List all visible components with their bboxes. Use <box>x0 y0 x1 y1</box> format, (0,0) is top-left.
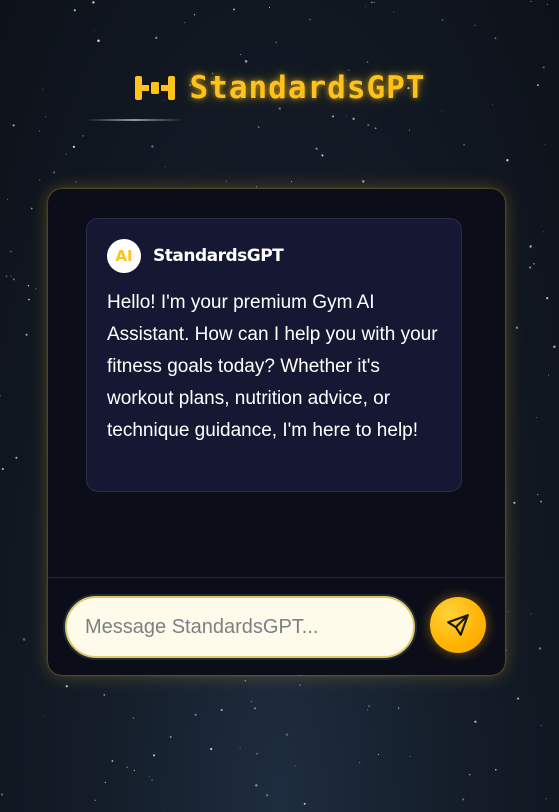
message-text: Hello! I'm your premium Gym AI Assistant… <box>107 292 438 441</box>
avatar: AI <box>107 239 141 273</box>
send-button[interactable] <box>430 597 486 653</box>
send-icon <box>447 614 469 636</box>
dumbbell-icon <box>134 76 175 100</box>
message-input[interactable] <box>67 615 413 639</box>
message-input-container[interactable] <box>65 596 415 658</box>
assistant-message: AI StandardsGPT Hello! I'm your premium … <box>86 218 462 492</box>
chat-window: AI StandardsGPT Hello! I'm your premium … <box>48 189 505 675</box>
app-logo: StandardsGPT <box>0 70 559 106</box>
sender-name: StandardsGPT <box>153 246 284 266</box>
decorative-divider <box>84 119 184 121</box>
message-header: AI StandardsGPT <box>107 239 441 273</box>
app-title: StandardsGPT <box>189 70 426 106</box>
composer-divider <box>48 577 505 578</box>
